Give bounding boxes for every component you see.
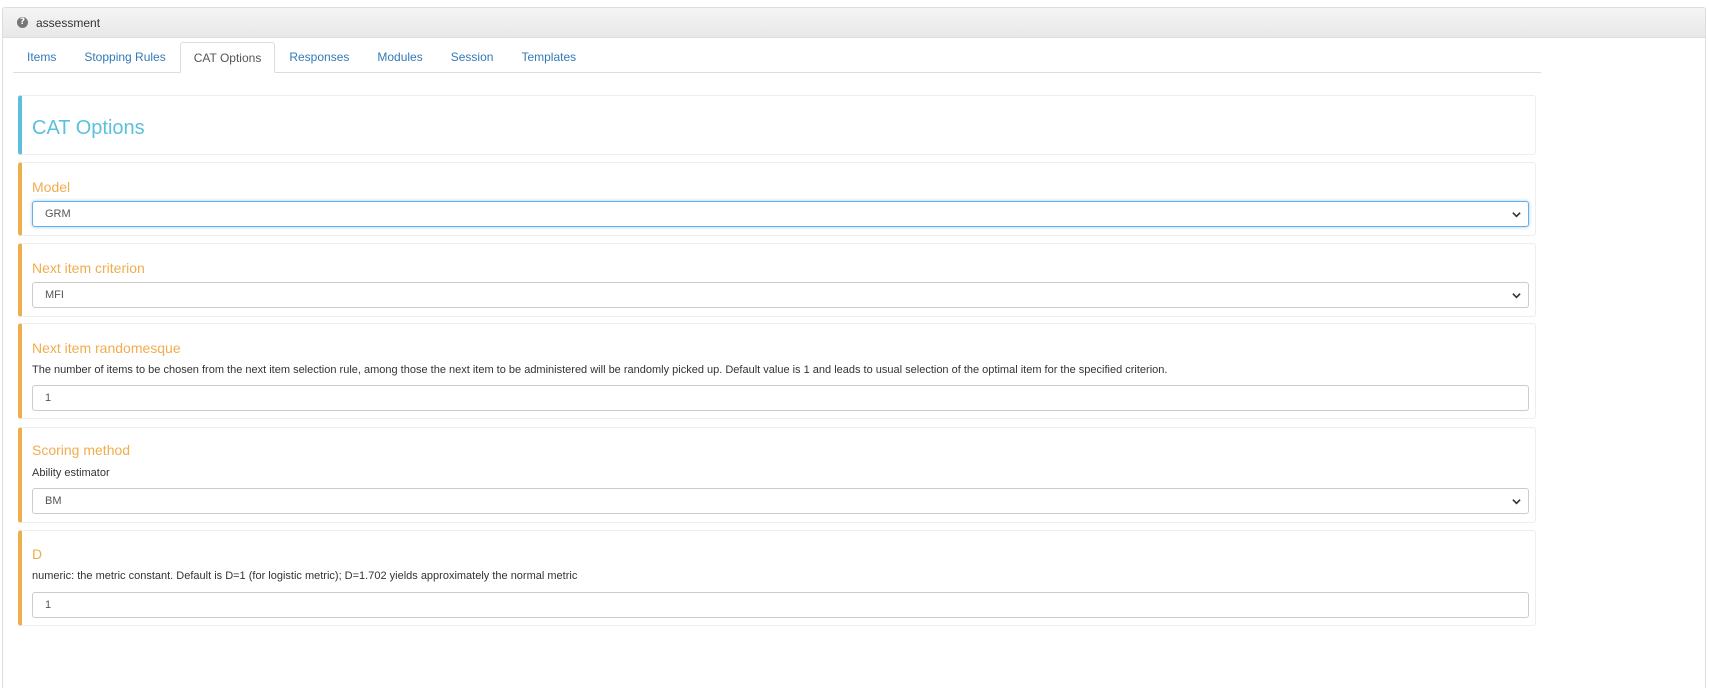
next-item-randomesque-card: Next item randomesque The number of item… xyxy=(18,323,1536,419)
panel-heading: ? assessment xyxy=(3,8,1705,38)
cat-options-header-card: CAT Options xyxy=(18,95,1536,155)
next-item-randomesque-description: The number of items to be chosen from th… xyxy=(32,364,1168,376)
d-constant-description: numeric: the metric constant. Default is… xyxy=(32,570,578,582)
chevron-down-icon xyxy=(1512,499,1521,505)
scoring-method-card: Scoring method Ability estimator BM xyxy=(18,427,1536,523)
ability-estimator-label: Ability estimator xyxy=(32,467,110,479)
next-item-randomesque-value: 1 xyxy=(45,392,52,404)
model-select[interactable]: GRM xyxy=(32,201,1529,227)
d-constant-input[interactable]: 1 xyxy=(32,592,1529,618)
model-title: Model xyxy=(32,179,71,195)
next-item-criterion-value: MFI xyxy=(45,289,64,301)
tab-cat-options[interactable]: CAT Options xyxy=(179,42,276,73)
tab-templates[interactable]: Templates xyxy=(507,42,590,72)
tab-responses[interactable]: Responses xyxy=(275,42,363,72)
ability-estimator-select[interactable]: BM xyxy=(32,488,1529,514)
chevron-down-icon xyxy=(1512,212,1521,218)
chevron-down-icon xyxy=(1512,293,1521,299)
model-card: Model GRM xyxy=(18,162,1536,236)
page-title: CAT Options xyxy=(32,117,145,139)
panel-title: assessment xyxy=(36,15,101,30)
d-constant-value: 1 xyxy=(45,599,52,611)
tab-stopping-rules[interactable]: Stopping Rules xyxy=(70,42,179,72)
next-item-randomesque-input[interactable]: 1 xyxy=(32,385,1529,411)
next-item-criterion-title: Next item criterion xyxy=(32,260,145,276)
next-item-criterion-select[interactable]: MFI xyxy=(32,282,1529,308)
tab-items[interactable]: Items xyxy=(13,42,70,72)
ability-estimator-value: BM xyxy=(45,495,62,507)
tab-modules[interactable]: Modules xyxy=(363,42,436,72)
d-constant-card: D numeric: the metric constant. Default … xyxy=(18,530,1536,626)
next-item-criterion-card: Next item criterion MFI xyxy=(18,243,1536,317)
question-circle-icon[interactable]: ? xyxy=(17,17,28,28)
tab-bar: Items Stopping Rules CAT Options Respons… xyxy=(13,42,1541,73)
next-item-randomesque-title: Next item randomesque xyxy=(32,340,181,356)
d-constant-title: D xyxy=(32,546,43,562)
scoring-method-title: Scoring method xyxy=(32,442,131,458)
model-select-value: GRM xyxy=(45,208,71,220)
tab-session[interactable]: Session xyxy=(437,42,508,72)
